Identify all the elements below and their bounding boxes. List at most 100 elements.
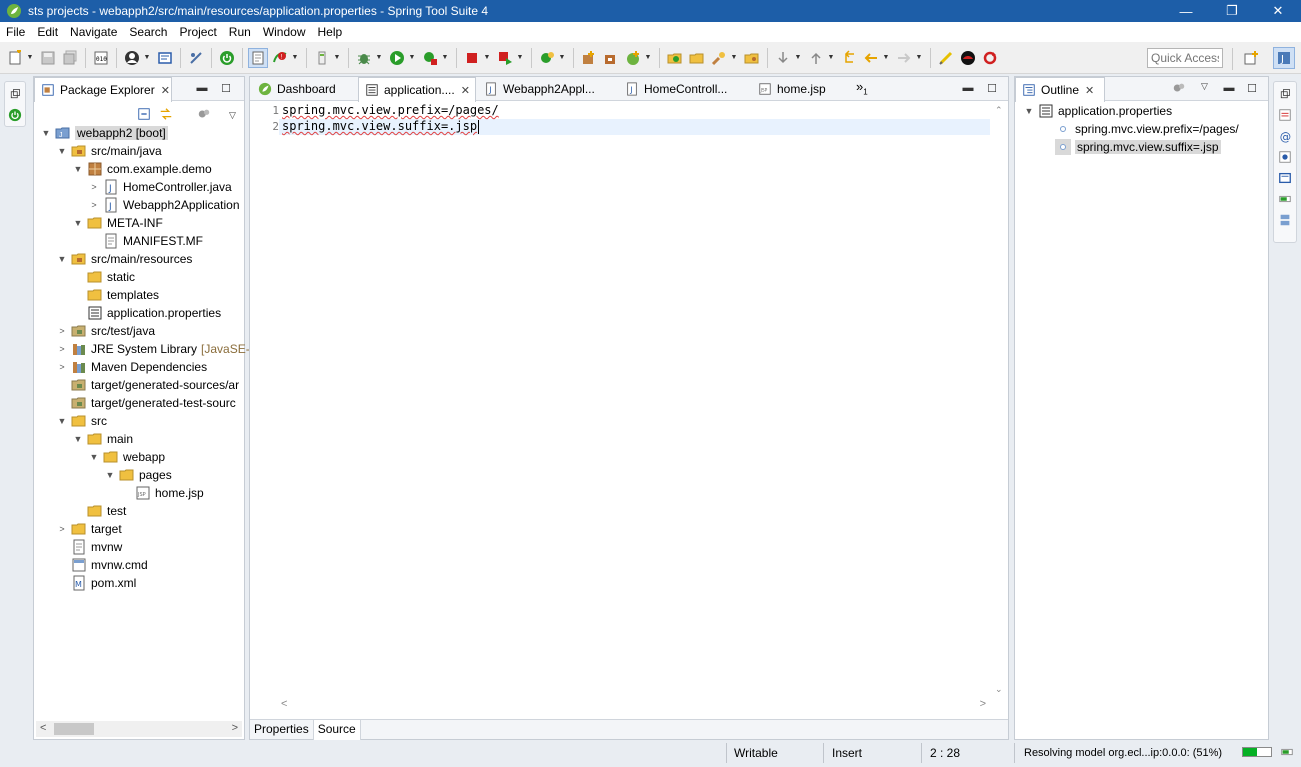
tree-item-webapph2[interactable]: ▼ Jwebapph2 [boot]	[40, 124, 168, 142]
menu-edit[interactable]: Edit	[31, 22, 64, 42]
tree-item-meta-inf[interactable]: ▼ META-INF	[72, 214, 163, 232]
outline-item[interactable]: spring.mvc.view.prefix=/pages/	[1055, 120, 1239, 138]
tab-outline[interactable]: Outline ✕	[1015, 77, 1105, 102]
run-dropdown-icon[interactable]: ▼	[408, 48, 416, 68]
tree-item-com-example-demo[interactable]: ▼ com.example.demo	[72, 160, 212, 178]
menu-search[interactable]: Search	[123, 22, 173, 42]
scroll-right-icon[interactable]: >	[980, 698, 986, 710]
relaunch-dropdown-icon[interactable]: ▼	[516, 48, 524, 68]
debug-dropdown-icon[interactable]: ▼	[375, 48, 383, 68]
outline-item-selected[interactable]: spring.mvc.view.suffix=.jsp	[1055, 138, 1221, 156]
twisty-icon[interactable]: ▼	[56, 415, 68, 427]
horizontal-scrollbar[interactable]: < >	[36, 721, 242, 737]
twisty-icon[interactable]: ▼	[1023, 105, 1035, 117]
restore-icon[interactable]	[6, 85, 24, 103]
twisty-icon[interactable]: ▼	[56, 253, 68, 265]
twisty-icon[interactable]: >	[56, 361, 68, 373]
user-icon[interactable]	[122, 48, 142, 68]
stop-icon[interactable]	[462, 48, 482, 68]
tab-properties[interactable]: Properties	[250, 720, 314, 740]
quick-access-input[interactable]	[1147, 48, 1223, 68]
scroll-left-icon[interactable]: <	[281, 698, 287, 710]
declaration-icon[interactable]	[1276, 148, 1294, 166]
twisty-icon[interactable]: ▼	[40, 127, 52, 139]
progress-icon[interactable]	[1276, 190, 1294, 208]
tree-item-target[interactable]: > target	[56, 520, 121, 538]
link-with-editor-icon[interactable]	[159, 107, 173, 124]
save-all-icon[interactable]	[60, 48, 80, 68]
tree-item-webapph2application[interactable]: > J Webapph2Application	[88, 196, 240, 214]
new-package-icon[interactable]	[579, 48, 599, 68]
vertical-scrollbar[interactable]: ⌃ ⌄	[992, 105, 1006, 695]
menu-project[interactable]: Project	[173, 22, 222, 42]
status-task[interactable]: Resolving model org.ecl...ip:0.0.0: (51%…	[1024, 742, 1222, 764]
close-window-button[interactable]: ✕	[1255, 0, 1301, 22]
tree-item-maven-dependencies[interactable]: > Maven Dependencies	[56, 358, 207, 376]
twisty-icon[interactable]: >	[56, 343, 68, 355]
tree-item-home-jsp[interactable]: JSP home.jsp	[120, 484, 204, 502]
twisty-icon[interactable]: ▼	[72, 163, 84, 175]
boot-dashboard-icon[interactable]	[217, 48, 237, 68]
close-tab-icon[interactable]: ✕	[161, 84, 170, 97]
search-tool-icon[interactable]	[709, 48, 729, 68]
scroll-up-icon[interactable]: ⌃	[995, 105, 1003, 116]
tree-item-jre-system-library[interactable]: > JRE System Library [JavaSE-1	[56, 340, 256, 358]
view-menu-icon[interactable]: ▽	[229, 110, 236, 121]
code-line[interactable]: spring.mvc.view.prefix=/pages/	[282, 103, 499, 117]
progress-bar[interactable]	[1242, 747, 1272, 757]
tree-item-homecontroller[interactable]: > J HomeController.java	[88, 178, 232, 196]
menu-file[interactable]: File	[0, 22, 31, 42]
minimize-button[interactable]: —	[1163, 0, 1209, 22]
tab-homecontroller[interactable]: J HomeControll...	[619, 77, 735, 101]
new-spring-starter-icon[interactable]	[623, 48, 643, 68]
new-dropdown-icon[interactable]: ▼	[26, 48, 34, 68]
tree-item-src[interactable]: ▼ src	[56, 412, 107, 430]
next-annotation-dropdown-icon[interactable]: ▼	[794, 48, 802, 68]
external-tools-icon[interactable]	[420, 48, 440, 68]
tree-item-src-main-java[interactable]: ▼ src/main/java	[56, 142, 162, 160]
code-line[interactable]: spring.mvc.view.suffix=.jsp	[282, 119, 477, 133]
scroll-right-icon[interactable]: >	[232, 722, 238, 734]
view-menu-icon[interactable]: ▽	[1201, 81, 1208, 92]
pin-editor-icon[interactable]	[936, 48, 956, 68]
new-java-project-dropdown-icon[interactable]: ▼	[558, 48, 566, 68]
tab-home-jsp[interactable]: JSP home.jsp	[752, 77, 842, 101]
forward-icon[interactable]	[894, 48, 914, 68]
back-dropdown-icon[interactable]: ▼	[882, 48, 890, 68]
minimize-view-icon[interactable]: ▬	[195, 81, 209, 95]
tree-item-mvnw[interactable]: mvnw	[56, 538, 122, 556]
code-line-with-caret[interactable]: spring.mvc.view.suffix=.jsp	[282, 119, 480, 134]
tab-source[interactable]: Source	[313, 720, 361, 740]
stop-dropdown-icon[interactable]: ▼	[483, 48, 491, 68]
user-dropdown-icon[interactable]: ▼	[143, 48, 151, 68]
tree-item-target-generated-test-sources[interactable]: target/generated-test-sourc	[56, 394, 236, 412]
maximize-view-icon[interactable]: ☐	[219, 81, 233, 95]
source-editor[interactable]: 1 spring.mvc.view.prefix=/pages/ 2 sprin…	[263, 103, 990, 695]
twisty-icon[interactable]: >	[88, 199, 100, 211]
tree-item-src-test-java[interactable]: > src/test/java	[56, 322, 155, 340]
forward-dropdown-icon[interactable]: ▼	[915, 48, 923, 68]
gradle-dropdown-icon[interactable]: ▼	[333, 48, 341, 68]
twisty-icon[interactable]: >	[56, 325, 68, 337]
tree-item-src-main-resources[interactable]: ▼ src/main/resources	[56, 250, 193, 268]
tree-item-mvnw-cmd[interactable]: mvnw.cmd	[56, 556, 148, 574]
tree-item-target-generated-sources[interactable]: target/generated-sources/ar	[56, 376, 239, 394]
outline-root[interactable]: ▼ application.properties	[1023, 102, 1173, 120]
scroll-left-icon[interactable]: <	[40, 722, 46, 734]
menu-window[interactable]: Window	[257, 22, 312, 42]
twisty-icon[interactable]: >	[56, 523, 68, 535]
restore-icon[interactable]	[1276, 85, 1294, 103]
servers-icon[interactable]	[1276, 211, 1294, 229]
twisty-icon[interactable]: ▼	[72, 433, 84, 445]
open-folder-icon[interactable]	[742, 48, 762, 68]
progress-view-icon[interactable]	[1280, 745, 1294, 762]
search-tool-dropdown-icon[interactable]: ▼	[730, 48, 738, 68]
skip-breakpoints-icon[interactable]	[186, 48, 206, 68]
focus-task-icon[interactable]	[1172, 81, 1186, 98]
new-icon[interactable]	[5, 48, 25, 68]
boot-dashboard-icon[interactable]	[6, 106, 24, 124]
console-icon[interactable]	[155, 48, 175, 68]
run-icon[interactable]	[387, 48, 407, 68]
tab-webapph2application[interactable]: J Webapph2Appl...	[478, 77, 598, 101]
binary-icon[interactable]: 010	[91, 48, 111, 68]
